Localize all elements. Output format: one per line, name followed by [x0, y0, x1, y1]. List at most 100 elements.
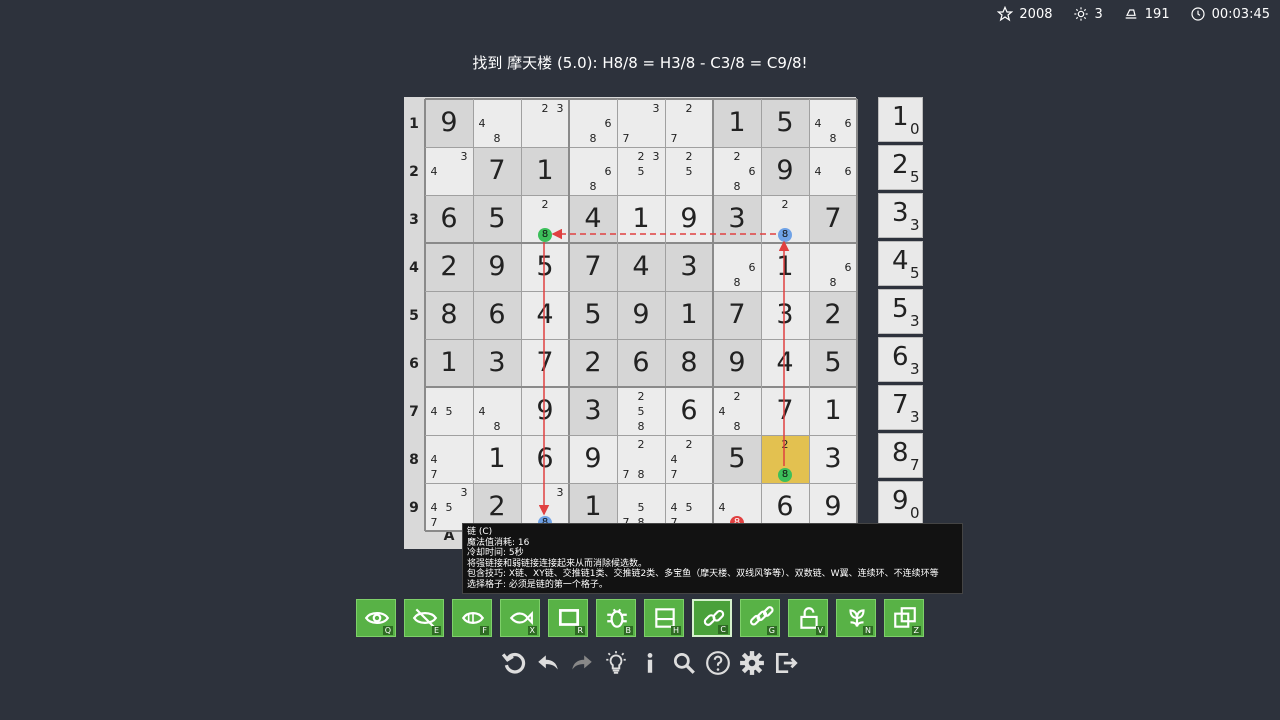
cell-r8c7[interactable]: 5	[713, 435, 761, 483]
number-button-5[interactable]: 53	[878, 289, 923, 334]
cell-r8c3[interactable]: 6	[521, 435, 569, 483]
cell-r1c9[interactable]: 4 68	[809, 99, 857, 147]
cell-r7c4[interactable]: 3	[569, 387, 617, 435]
undo-button[interactable]	[534, 648, 562, 678]
cell-r8c1[interactable]: 47	[425, 435, 473, 483]
settings-button[interactable]	[738, 648, 766, 678]
cell-r3c6[interactable]: 9	[665, 195, 713, 243]
tool-button-e[interactable]: E	[404, 599, 444, 637]
cell-r2c7[interactable]: 268	[713, 147, 761, 195]
tool-button-x[interactable]: X	[500, 599, 540, 637]
cell-r2c5[interactable]: 235	[617, 147, 665, 195]
cell-r7c8[interactable]: 7	[761, 387, 809, 435]
cell-r5c8[interactable]: 3	[761, 291, 809, 339]
cell-r1c2[interactable]: 48	[473, 99, 521, 147]
cell-r8c9[interactable]: 3	[809, 435, 857, 483]
cell-r7c3[interactable]: 9	[521, 387, 569, 435]
cell-r3c3[interactable]: 28	[521, 195, 569, 243]
cell-r6c9[interactable]: 5	[809, 339, 857, 387]
cell-r4c2[interactable]: 9	[473, 243, 521, 291]
number-button-2[interactable]: 25	[878, 145, 923, 190]
cell-r3c1[interactable]: 6	[425, 195, 473, 243]
number-button-6[interactable]: 63	[878, 337, 923, 382]
tool-button-q[interactable]: Q	[356, 599, 396, 637]
cell-r6c5[interactable]: 6	[617, 339, 665, 387]
cell-r5c5[interactable]: 9	[617, 291, 665, 339]
restart-button[interactable]	[500, 648, 528, 678]
cell-r1c7[interactable]: 1	[713, 99, 761, 147]
cell-r4c4[interactable]: 7	[569, 243, 617, 291]
cell-r1c3[interactable]: 23	[521, 99, 569, 147]
cell-r2c8[interactable]: 9	[761, 147, 809, 195]
cell-r8c6[interactable]: 24 7	[665, 435, 713, 483]
cell-r2c1[interactable]: 34	[425, 147, 473, 195]
tool-button-z[interactable]: Z	[884, 599, 924, 637]
cell-r3c7[interactable]: 3	[713, 195, 761, 243]
tool-button-b[interactable]: B	[596, 599, 636, 637]
cell-r5c1[interactable]: 8	[425, 291, 473, 339]
cell-r7c2[interactable]: 48	[473, 387, 521, 435]
cell-r2c2[interactable]: 7	[473, 147, 521, 195]
search-button[interactable]	[670, 648, 698, 678]
cell-r6c4[interactable]: 2	[569, 339, 617, 387]
cell-r8c5[interactable]: 2 78	[617, 435, 665, 483]
cell-r6c8[interactable]: 4	[761, 339, 809, 387]
cell-r1c5[interactable]: 37	[617, 99, 665, 147]
cell-r1c4[interactable]: 68	[569, 99, 617, 147]
cell-r5c2[interactable]: 6	[473, 291, 521, 339]
cell-r7c9[interactable]: 1	[809, 387, 857, 435]
help-button[interactable]	[704, 648, 732, 678]
cell-r8c2[interactable]: 1	[473, 435, 521, 483]
number-button-9[interactable]: 90	[878, 481, 923, 526]
cell-r4c8[interactable]: 1	[761, 243, 809, 291]
cell-r1c8[interactable]: 5	[761, 99, 809, 147]
tool-button-f[interactable]: F	[452, 599, 492, 637]
tool-button-g[interactable]: G	[740, 599, 780, 637]
number-button-3[interactable]: 33	[878, 193, 923, 238]
cell-r7c5[interactable]: 2 5 8	[617, 387, 665, 435]
cell-r5c7[interactable]: 7	[713, 291, 761, 339]
cell-r3c9[interactable]: 7	[809, 195, 857, 243]
number-button-7[interactable]: 73	[878, 385, 923, 430]
tool-button-n[interactable]: N	[836, 599, 876, 637]
tool-button-c[interactable]: C	[692, 599, 732, 637]
cell-r5c4[interactable]: 5	[569, 291, 617, 339]
cell-r5c6[interactable]: 1	[665, 291, 713, 339]
cell-r1c1[interactable]: 9	[425, 99, 473, 147]
cell-r5c3[interactable]: 4	[521, 291, 569, 339]
cell-r6c3[interactable]: 7	[521, 339, 569, 387]
exit-button[interactable]	[772, 648, 800, 678]
cell-r6c7[interactable]: 9	[713, 339, 761, 387]
cell-r3c2[interactable]: 5	[473, 195, 521, 243]
cell-r4c6[interactable]: 3	[665, 243, 713, 291]
cell-r6c1[interactable]: 1	[425, 339, 473, 387]
tool-button-v[interactable]: V	[788, 599, 828, 637]
number-button-4[interactable]: 45	[878, 241, 923, 286]
cell-r3c8[interactable]: 28	[761, 195, 809, 243]
cell-r4c9[interactable]: 68	[809, 243, 857, 291]
number-button-8[interactable]: 87	[878, 433, 923, 478]
number-button-1[interactable]: 10	[878, 97, 923, 142]
cell-r3c4[interactable]: 4	[569, 195, 617, 243]
cell-r1c6[interactable]: 27	[665, 99, 713, 147]
cell-r4c1[interactable]: 2	[425, 243, 473, 291]
cell-r6c2[interactable]: 3	[473, 339, 521, 387]
tool-button-h[interactable]: H	[644, 599, 684, 637]
cell-r8c8[interactable]: 28	[761, 435, 809, 483]
cell-r7c1[interactable]: 45	[425, 387, 473, 435]
hint-button[interactable]	[602, 648, 630, 678]
cell-r2c3[interactable]: 1	[521, 147, 569, 195]
cell-r4c5[interactable]: 4	[617, 243, 665, 291]
cell-r6c6[interactable]: 8	[665, 339, 713, 387]
cell-r4c7[interactable]: 68	[713, 243, 761, 291]
info-button[interactable]	[636, 648, 664, 678]
cell-r2c9[interactable]: 46	[809, 147, 857, 195]
cell-r3c5[interactable]: 1	[617, 195, 665, 243]
redo-button[interactable]	[568, 648, 596, 678]
tool-button-r[interactable]: R	[548, 599, 588, 637]
cell-r8c4[interactable]: 9	[569, 435, 617, 483]
cell-r7c6[interactable]: 6	[665, 387, 713, 435]
cell-r7c7[interactable]: 248	[713, 387, 761, 435]
cell-r4c3[interactable]: 5	[521, 243, 569, 291]
cell-r2c6[interactable]: 25	[665, 147, 713, 195]
